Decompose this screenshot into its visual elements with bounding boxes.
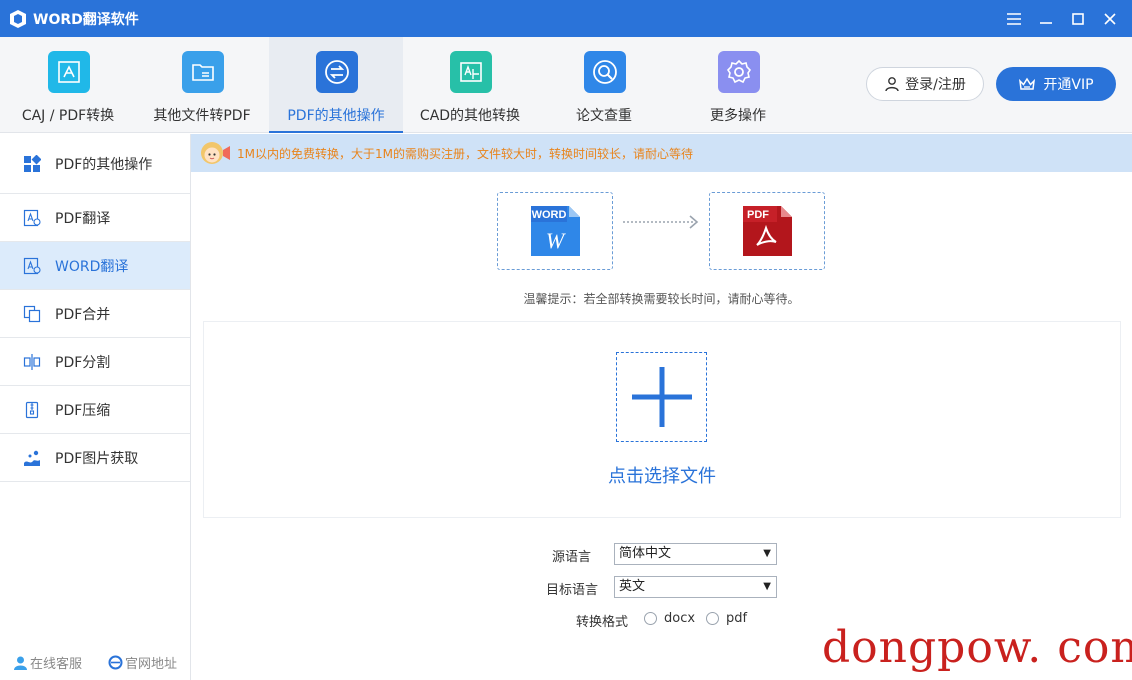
menu-icon[interactable] bbox=[998, 0, 1030, 37]
sidebar-item-pdf-translate[interactable]: PDF翻译 bbox=[0, 194, 190, 242]
sidebar-item-label: PDF分割 bbox=[55, 354, 111, 371]
cad-icon bbox=[450, 51, 492, 93]
tool-other-to-pdf[interactable]: 其他文件转PDF bbox=[135, 37, 269, 133]
pdf-file-icon: PDF bbox=[743, 206, 792, 256]
format-option-label: pdf bbox=[726, 611, 748, 626]
dropdown-arrow-icon: ▼ bbox=[763, 581, 771, 592]
sidebar: PDF的其他操作 PDF翻译 WORD翻译 PDF合并 PDF分割 PDF压缩 bbox=[0, 134, 191, 680]
grid-icon bbox=[22, 154, 42, 174]
window-controls bbox=[998, 0, 1126, 37]
translate-doc-icon bbox=[22, 256, 42, 276]
image-extract-icon bbox=[22, 448, 42, 468]
tool-cad-convert[interactable]: CAD的其他转换 bbox=[403, 37, 537, 133]
dropdown-arrow-icon: ▼ bbox=[763, 548, 771, 559]
official-site-label: 官网地址 bbox=[124, 657, 177, 672]
close-icon[interactable] bbox=[1094, 0, 1126, 37]
word-file-icon: WORD W bbox=[531, 206, 580, 256]
pdf-file-box: PDF bbox=[709, 192, 825, 270]
search-circle-icon bbox=[584, 51, 626, 93]
target-language-label: 目标语言 bbox=[546, 583, 599, 598]
svg-text:W: W bbox=[546, 228, 566, 253]
tool-label: CAJ / PDF转换 bbox=[21, 108, 115, 124]
format-radio-docx[interactable]: docx bbox=[644, 611, 695, 626]
tool-label: CAD的其他转换 bbox=[419, 108, 521, 124]
sidebar-item-label: WORD翻译 bbox=[55, 258, 129, 275]
merge-icon bbox=[22, 304, 42, 324]
tool-label: 论文查重 bbox=[576, 108, 632, 124]
sidebar-item-label: PDF翻译 bbox=[55, 210, 111, 227]
format-radio-pdf[interactable]: pdf bbox=[706, 611, 747, 626]
title-bar: WORD翻译软件 bbox=[0, 0, 1132, 37]
sidebar-item-label: PDF的其他操作 bbox=[55, 156, 153, 173]
word-file-box: WORD W bbox=[497, 192, 613, 270]
target-language-value: 英文 bbox=[619, 579, 646, 594]
sidebar-item-pdf-compress[interactable]: PDF压缩 bbox=[0, 386, 190, 434]
select-file-link[interactable]: 点击选择文件 bbox=[204, 462, 1120, 488]
radio-circle[interactable] bbox=[644, 612, 657, 625]
watermark-text: dongpow. com bbox=[822, 622, 1132, 673]
format-option-label: docx bbox=[664, 611, 696, 626]
login-label: 登录/注册 bbox=[905, 77, 966, 93]
arrow-right-icon bbox=[623, 215, 699, 229]
official-site-link[interactable]: 官网地址 bbox=[108, 653, 177, 672]
gear-icon bbox=[718, 51, 760, 93]
browser-icon bbox=[108, 655, 123, 670]
hint-text: 温馨提示：若全部转换需要较长时间，请耐心等待。 bbox=[523, 292, 800, 306]
split-icon bbox=[22, 352, 42, 372]
word-badge-text: WORD bbox=[532, 209, 567, 221]
vip-label: 开通VIP bbox=[1043, 77, 1094, 93]
pdf-convert-icon bbox=[48, 51, 90, 93]
main-toolbar: CAJ / PDF转换 其他文件转PDF PDF的其他操作 CAD的其他转换 论… bbox=[0, 37, 1132, 133]
tool-caj-pdf-convert[interactable]: CAJ / PDF转换 bbox=[1, 37, 135, 133]
sidebar-item-label: PDF图片获取 bbox=[55, 450, 139, 467]
source-language-row: 源语言 简体中文 ▼ bbox=[191, 543, 1132, 567]
minimize-icon[interactable] bbox=[1030, 0, 1062, 37]
maximize-icon[interactable] bbox=[1062, 0, 1094, 37]
tool-label: 其他文件转PDF bbox=[153, 108, 251, 124]
login-register-button[interactable]: 登录/注册 bbox=[866, 67, 984, 101]
radio-circle[interactable] bbox=[706, 612, 719, 625]
notice-text: 1M以内的免费转换，大于1M的需购买注册，文件较大时，转换时间较长，请耐心等待 bbox=[237, 146, 693, 161]
online-service-label: 在线客服 bbox=[29, 657, 82, 672]
pdf-badge-text: PDF bbox=[747, 209, 769, 221]
target-language-select[interactable]: 英文 ▼ bbox=[614, 576, 777, 598]
format-label: 转换格式 bbox=[576, 615, 629, 630]
girl-speaker-icon bbox=[201, 142, 230, 164]
target-language-row: 目标语言 英文 ▼ bbox=[191, 576, 1132, 600]
file-drop-area[interactable]: 点击选择文件 bbox=[203, 321, 1121, 518]
source-language-label: 源语言 bbox=[552, 550, 592, 565]
user-icon bbox=[885, 77, 899, 92]
plus-icon bbox=[631, 367, 692, 427]
tool-label: 更多操作 bbox=[710, 108, 766, 124]
notice-bar: 1M以内的免费转换，大于1M的需购买注册，文件较大时，转换时间较长，请耐心等待 bbox=[191, 134, 1132, 172]
sidebar-item-pdf-split[interactable]: PDF分割 bbox=[0, 338, 190, 386]
translate-doc-icon bbox=[22, 208, 42, 228]
app-logo-icon bbox=[10, 9, 26, 28]
source-language-value: 简体中文 bbox=[619, 546, 672, 561]
folder-icon bbox=[182, 51, 224, 93]
add-file-button[interactable] bbox=[616, 352, 707, 442]
source-language-select[interactable]: 简体中文 ▼ bbox=[614, 543, 777, 565]
tool-pdf-other-ops[interactable]: PDF的其他操作 bbox=[269, 37, 403, 133]
online-service-link[interactable]: 在线客服 bbox=[13, 653, 82, 672]
open-vip-button[interactable]: 开通VIP bbox=[996, 67, 1116, 101]
sidebar-item-label: PDF压缩 bbox=[55, 402, 111, 419]
tool-label: PDF的其他操作 bbox=[287, 108, 385, 124]
sidebar-item-pdf-image-extract[interactable]: PDF图片获取 bbox=[0, 434, 190, 482]
tool-more-ops[interactable]: 更多操作 bbox=[671, 37, 805, 133]
sidebar-item-pdf-other-ops[interactable]: PDF的其他操作 bbox=[0, 134, 190, 194]
customer-service-icon bbox=[13, 656, 27, 670]
sidebar-item-pdf-merge[interactable]: PDF合并 bbox=[0, 290, 190, 338]
app-title: WORD翻译软件 bbox=[33, 11, 139, 28]
crown-icon bbox=[1019, 77, 1036, 90]
sidebar-footer: 在线客服 官网地址 bbox=[0, 653, 190, 672]
compress-icon bbox=[22, 400, 42, 420]
tool-paper-check[interactable]: 论文查重 bbox=[537, 37, 671, 133]
exchange-icon bbox=[316, 51, 358, 93]
sidebar-item-label: PDF合并 bbox=[55, 306, 111, 323]
sidebar-item-word-translate[interactable]: WORD翻译 bbox=[0, 242, 190, 290]
